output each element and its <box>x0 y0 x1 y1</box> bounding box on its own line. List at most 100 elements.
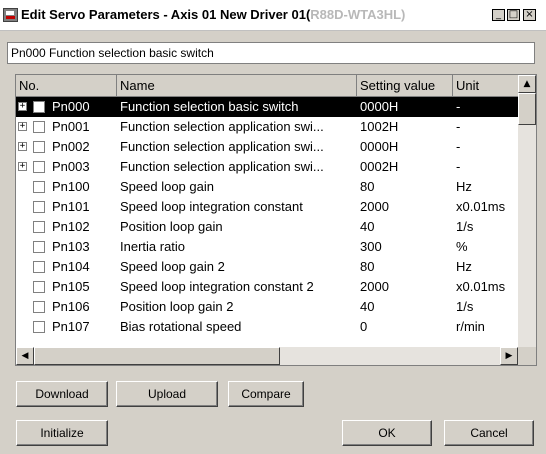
vertical-scrollbar[interactable]: ▲ <box>518 75 536 347</box>
param-setting-value: 2000 <box>360 279 389 294</box>
expand-icon[interactable]: + <box>18 142 27 151</box>
param-name: Speed loop integration constant <box>120 199 303 214</box>
scroll-right-icon[interactable]: ▶ <box>500 347 518 365</box>
param-name: Function selection basic switch <box>120 99 299 114</box>
param-setting-value: 80 <box>360 179 375 194</box>
title-bar[interactable]: Edit Servo Parameters - Axis 01 New Driv… <box>0 0 546 31</box>
row-checkbox[interactable] <box>33 181 45 193</box>
initialize-button[interactable]: Initialize <box>16 420 108 446</box>
param-name: Speed loop gain <box>120 179 214 194</box>
upload-button[interactable]: Upload <box>116 381 218 407</box>
param-setting-value: 40 <box>360 219 375 234</box>
horizontal-scroll-thumb[interactable] <box>34 347 280 365</box>
table-row[interactable]: Pn102 Position loop gain 40 1/s <box>16 217 518 237</box>
table-row[interactable]: Pn106 Position loop gain 2 40 1/s <box>16 297 518 317</box>
param-setting-value: 300 <box>360 239 382 254</box>
row-checkbox[interactable] <box>33 161 45 173</box>
expand-icon[interactable]: + <box>18 122 27 131</box>
param-unit: - <box>456 139 461 154</box>
table-row[interactable]: + Pn000 Function selection basic switch 000… <box>16 97 518 117</box>
ok-button[interactable]: OK <box>342 420 432 446</box>
param-number: Pn101 <box>52 199 90 214</box>
param-number: Pn102 <box>52 219 90 234</box>
maximize-button[interactable]: □ <box>507 9 520 21</box>
column-header-no[interactable]: No. <box>16 75 117 96</box>
column-header-unit[interactable]: Unit <box>453 75 518 96</box>
param-number: Pn002 <box>52 139 90 154</box>
param-number: Pn000 <box>52 99 90 114</box>
param-setting-value: 1002H <box>360 119 399 134</box>
row-checkbox[interactable] <box>33 321 45 333</box>
row-checkbox[interactable] <box>33 201 45 213</box>
param-unit: 1/s <box>456 299 474 314</box>
param-name: Speed loop integration constant 2 <box>120 279 314 294</box>
param-name: Inertia ratio <box>120 239 186 254</box>
param-unit: Hz <box>456 179 472 194</box>
parameter-description: Pn000 Function selection basic switch <box>7 42 535 64</box>
param-unit: x0.01ms <box>456 279 506 294</box>
window-title: Edit Servo Parameters - Axis 01 New Driv… <box>21 7 406 22</box>
compare-button[interactable]: Compare <box>228 381 304 407</box>
expand-icon[interactable]: + <box>18 162 27 171</box>
param-name: Speed loop gain 2 <box>120 259 225 274</box>
param-name: Bias rotational speed <box>120 319 242 334</box>
param-unit: x0.01ms <box>456 199 506 214</box>
param-name: Function selection application swi... <box>120 139 324 154</box>
table-row[interactable]: + Pn003 Function selection application swi… <box>16 157 518 177</box>
param-name: Function selection application swi... <box>120 159 324 174</box>
close-button[interactable]: × <box>523 9 536 21</box>
cancel-button[interactable]: Cancel <box>444 420 534 446</box>
param-name: Position loop gain 2 <box>120 299 234 314</box>
param-unit: - <box>456 99 461 114</box>
param-number: Pn003 <box>52 159 90 174</box>
param-name: Position loop gain <box>120 219 223 234</box>
param-setting-value: 0000H <box>360 139 399 154</box>
row-checkbox[interactable] <box>33 121 45 133</box>
table-row[interactable]: Pn100 Speed loop gain 80 Hz <box>16 177 518 197</box>
param-setting-value: 0 <box>360 319 368 334</box>
param-number: Pn105 <box>52 279 90 294</box>
param-number: Pn106 <box>52 299 90 314</box>
horizontal-scrollbar[interactable]: ◀ ▶ <box>16 347 518 365</box>
param-number: Pn001 <box>52 119 90 134</box>
table-row[interactable]: Pn107 Bias rotational speed 0 r/min <box>16 317 518 337</box>
column-header-setting-value[interactable]: Setting value <box>357 75 453 96</box>
scroll-left-icon[interactable]: ◀ <box>16 347 34 365</box>
row-checkbox[interactable] <box>33 241 45 253</box>
table-row[interactable]: Pn105 Speed loop integration constant 2 20… <box>16 277 518 297</box>
row-checkbox[interactable] <box>33 281 45 293</box>
vertical-scroll-thumb[interactable] <box>518 93 536 125</box>
param-number: Pn107 <box>52 319 90 334</box>
download-button[interactable]: Download <box>16 381 108 407</box>
param-unit: Hz <box>456 259 472 274</box>
param-setting-value: 0000H <box>360 99 399 114</box>
param-number: Pn104 <box>52 259 90 274</box>
table-row[interactable]: + Pn001 Function selection application swi… <box>16 117 518 137</box>
parameter-list[interactable]: No. Name Setting value Unit + Pn000 Functi… <box>15 74 537 366</box>
column-header-name[interactable]: Name <box>117 75 357 96</box>
app-icon <box>3 8 18 22</box>
table-row[interactable]: + Pn002 Function selection application swi… <box>16 137 518 157</box>
minimize-button[interactable]: _ <box>492 9 505 21</box>
row-checkbox[interactable] <box>33 261 45 273</box>
table-row[interactable]: Pn103 Inertia ratio 300% <box>16 237 518 257</box>
edit-servo-parameters-dialog: Edit Servo Parameters - Axis 01 New Driv… <box>0 0 546 454</box>
scroll-up-icon[interactable]: ▲ <box>518 75 536 93</box>
scrollbar-corner <box>518 347 536 365</box>
row-checkbox[interactable] <box>33 101 45 113</box>
row-checkbox[interactable] <box>33 221 45 233</box>
param-setting-value: 40 <box>360 299 375 314</box>
param-unit: % <box>456 239 468 254</box>
expand-icon[interactable]: + <box>18 102 27 111</box>
list-header: No. Name Setting value Unit <box>16 75 518 97</box>
table-row[interactable]: Pn104 Speed loop gain 2 80 Hz <box>16 257 518 277</box>
param-number: Pn103 <box>52 239 90 254</box>
param-unit: - <box>456 119 461 134</box>
table-row[interactable]: Pn101 Speed loop integration constant 2000… <box>16 197 518 217</box>
param-unit: - <box>456 159 461 174</box>
row-checkbox[interactable] <box>33 141 45 153</box>
param-setting-value: 0002H <box>360 159 399 174</box>
param-setting-value: 80 <box>360 259 375 274</box>
param-number: Pn100 <box>52 179 90 194</box>
row-checkbox[interactable] <box>33 301 45 313</box>
